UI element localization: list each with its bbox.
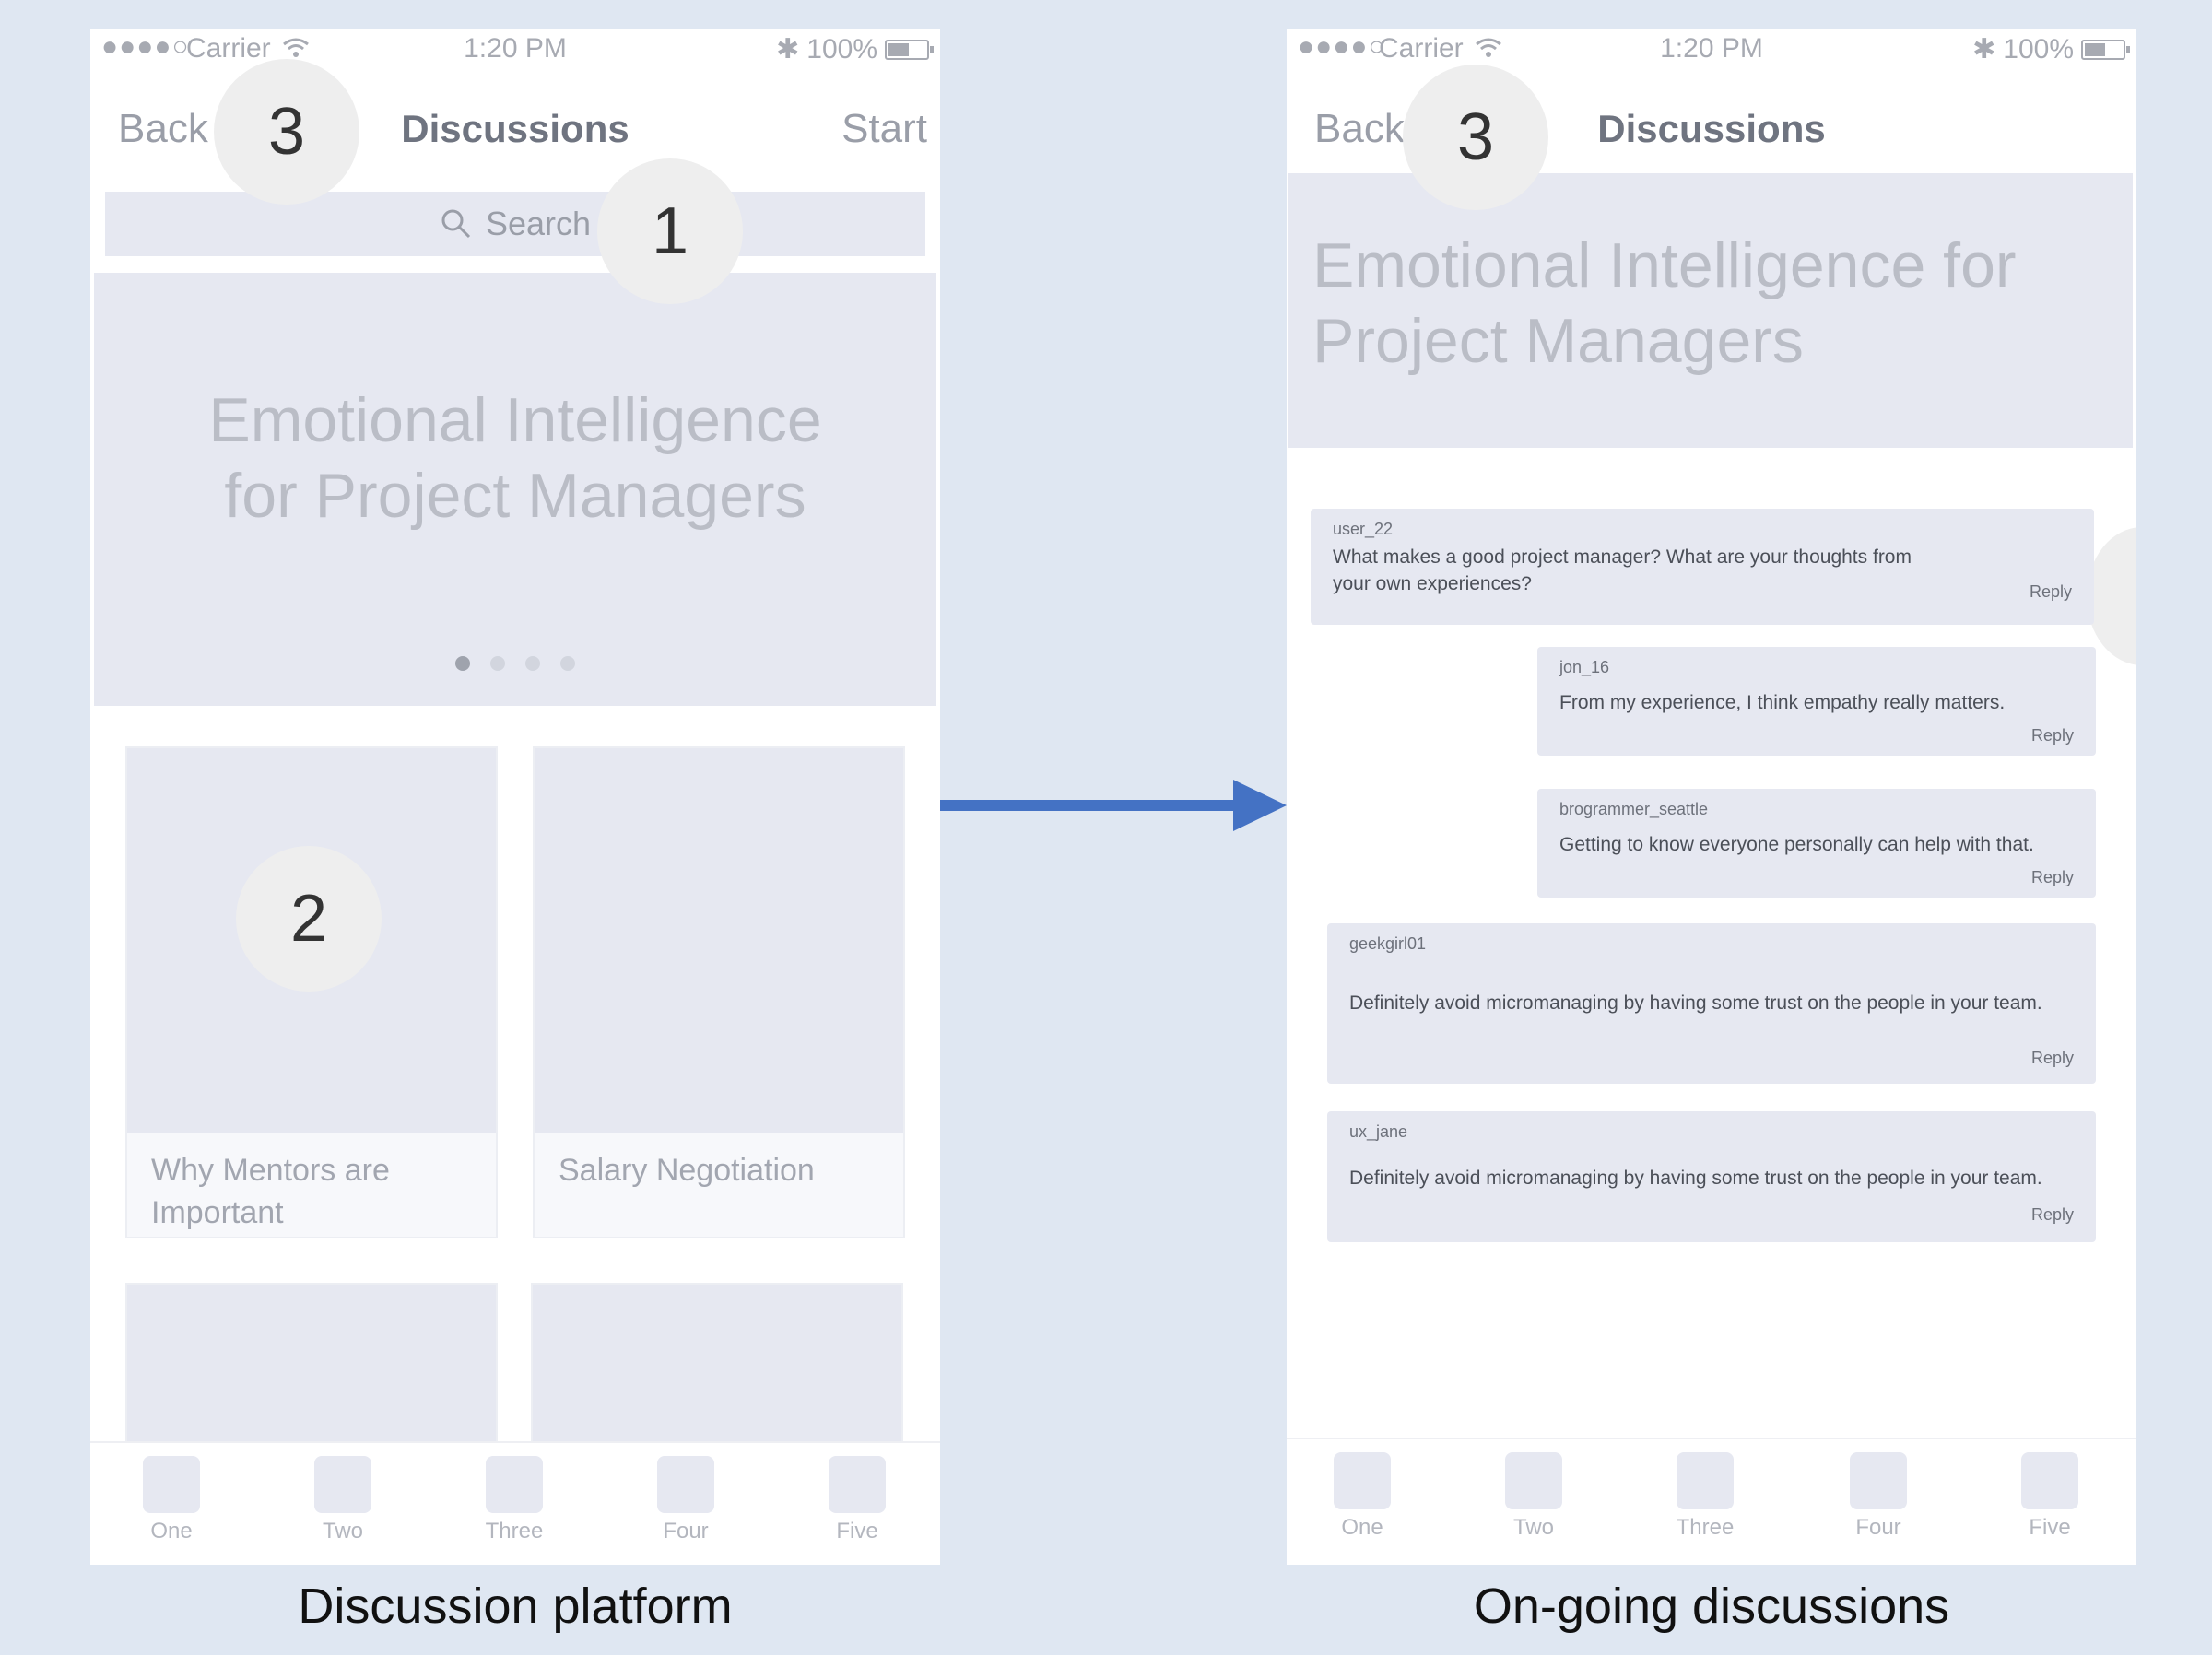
discussion-card-salary[interactable]: Salary Negotiation [533, 746, 905, 1238]
reply-button[interactable]: Reply [2031, 1049, 2074, 1068]
message-bubble: ux_jane Definitely avoid micromanaging b… [1327, 1111, 2096, 1242]
card-title-line1: Why Mentors are [151, 1153, 390, 1188]
status-bar: ●●●●○ Carrier 1:20 PM ✱ 100% [1287, 29, 2136, 70]
tab-label: Three [1676, 1515, 1735, 1540]
tab-label: Three [485, 1519, 544, 1543]
discussion-card[interactable] [125, 1283, 498, 1469]
caption-discussion-platform: Discussion platform [298, 1579, 733, 1634]
search-input[interactable]: Search [105, 192, 925, 256]
tab-two[interactable]: Two [288, 1456, 398, 1544]
tab-one-icon [1334, 1452, 1391, 1509]
tab-three[interactable]: Three [459, 1456, 570, 1544]
ongoing-discussions-screen: ●●●●○ Carrier 1:20 PM ✱ 100% Back Discus… [1287, 29, 2136, 1565]
tab-five-icon [829, 1456, 886, 1513]
reply-button[interactable]: Reply [2031, 726, 2074, 745]
tab-one[interactable]: One [1307, 1452, 1418, 1541]
discussion-title-line1: Emotional Intelligence for [1312, 230, 2017, 300]
search-icon [441, 209, 471, 239]
tab-label: Four [663, 1519, 709, 1543]
message-author: ux_jane [1349, 1122, 1408, 1141]
tab-three-icon [1677, 1452, 1734, 1509]
tab-label: Two [322, 1519, 363, 1543]
caption-ongoing-discussions: On-going discussions [1473, 1579, 1950, 1634]
message-author: jon_16 [1559, 658, 1610, 676]
battery-icon [885, 39, 934, 60]
tab-label: Five [2029, 1515, 2071, 1540]
annotation-badge-3: 3 [214, 59, 359, 205]
tab-five[interactable]: Five [802, 1456, 912, 1544]
message-author: user_22 [1333, 520, 1394, 538]
message-text-line2: your own experiences? [1333, 573, 1532, 595]
message-bubble: brogrammer_seattle Getting to know every… [1537, 789, 2096, 898]
bluetooth-icon: ✱ [1972, 34, 1996, 65]
tab-bar: One Two Three Four Five [90, 1441, 940, 1563]
tab-two[interactable]: Two [1478, 1452, 1589, 1541]
tab-two-icon [1505, 1452, 1562, 1509]
message-author: geekgirl01 [1349, 934, 1427, 953]
message-text: Getting to know everyone personally can … [1559, 834, 2034, 855]
featured-carousel[interactable]: Emotional Intelligence for Project Manag… [94, 273, 936, 706]
tab-four[interactable]: Four [630, 1456, 741, 1544]
annotation-badge-partial [2087, 527, 2136, 665]
message-text-line1: What makes a good project manager? What … [1333, 546, 1912, 568]
battery-percent: 100% [806, 33, 877, 65]
tab-four[interactable]: Four [1823, 1452, 1934, 1541]
battery-icon [2081, 39, 2130, 60]
tab-four-icon [1850, 1452, 1907, 1509]
tab-three[interactable]: Three [1650, 1452, 1760, 1541]
flow-arrow-icon [940, 780, 1287, 831]
annotation-badge-2: 2 [236, 846, 382, 992]
discussion-header: Emotional Intelligence for Project Manag… [1288, 173, 2133, 448]
tab-bar: One Two Three Four Five [1287, 1438, 2136, 1559]
message-author: brogrammer_seattle [1559, 800, 1709, 818]
reply-button[interactable]: Reply [2030, 582, 2072, 602]
start-button[interactable]: Start [841, 106, 927, 152]
card-title-line1: Salary Negotiation [559, 1153, 815, 1188]
tab-label: Four [1855, 1515, 1901, 1540]
hero-title-line1: Emotional Intelligence [208, 385, 822, 455]
annotation-badge-1: 1 [597, 158, 743, 304]
carousel-page-indicator[interactable] [94, 656, 936, 671]
status-bar: ●●●●○ Carrier 1:20 PM ✱ 100% [90, 29, 940, 70]
tab-four-icon [657, 1456, 714, 1513]
tab-one[interactable]: One [116, 1456, 227, 1544]
battery-percent: 100% [2003, 33, 2074, 65]
search-placeholder: Search [485, 205, 592, 242]
reply-button[interactable]: Reply [2031, 868, 2074, 887]
tab-five[interactable]: Five [1994, 1452, 2105, 1541]
tab-label: One [1341, 1515, 1383, 1540]
tab-two-icon [314, 1456, 371, 1513]
tab-label: Two [1512, 1515, 1554, 1540]
discussion-title-line2: Project Managers [1312, 305, 1804, 376]
discussion-platform-screen: ●●●●○ Carrier 1:20 PM ✱ 100% Back Discus… [90, 29, 940, 1565]
card-title-line2: Important [151, 1194, 284, 1230]
tab-label: Five [836, 1519, 878, 1543]
card-image-placeholder [535, 748, 903, 1133]
annotation-badge-3: 3 [1403, 65, 1548, 210]
message-text: Definitely avoid micromanaging by having… [1349, 992, 2042, 1014]
message-bubble: jon_16 From my experience, I think empat… [1537, 647, 2096, 756]
tab-label: One [150, 1519, 193, 1543]
tab-three-icon [486, 1456, 543, 1513]
discussion-card[interactable] [531, 1283, 903, 1469]
discussion-card-mentors[interactable]: Why Mentors are Important [125, 746, 498, 1238]
tab-one-icon [143, 1456, 200, 1513]
reply-button[interactable]: Reply [2031, 1205, 2074, 1225]
message-text: Definitely avoid micromanaging by having… [1349, 1168, 2042, 1189]
message-text: From my experience, I think empathy real… [1559, 692, 2006, 713]
message-bubble: geekgirl01 Definitely avoid micromanagin… [1327, 923, 2096, 1084]
tab-five-icon [2021, 1452, 2078, 1509]
hero-title-line2: for Project Managers [224, 460, 806, 531]
message-bubble: user_22 What makes a good project manage… [1311, 509, 2094, 625]
bluetooth-icon: ✱ [776, 34, 800, 65]
